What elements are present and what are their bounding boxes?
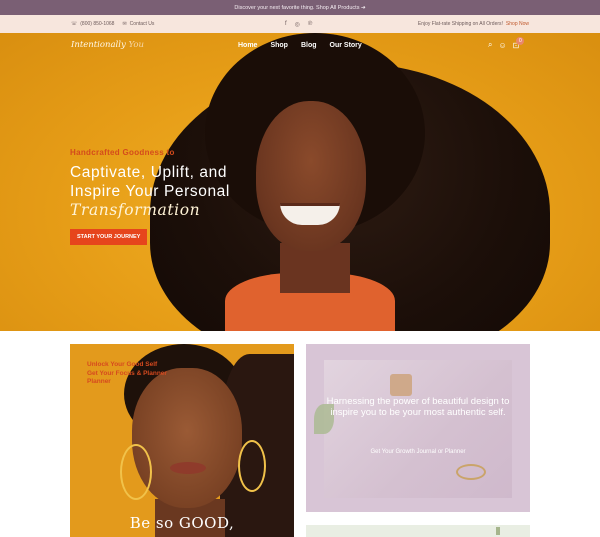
- nav-item-shop[interactable]: Shop: [270, 42, 288, 49]
- announcement-bar[interactable]: Discover your next favorite thing. Shop …: [0, 0, 600, 15]
- hero-kicker: Handcrafted Goodness to: [70, 148, 175, 157]
- account-icon[interactable]: ☺: [498, 41, 506, 50]
- start-journey-button[interactable]: START YOUR JOURNEY: [70, 229, 148, 245]
- contact-link[interactable]: ✉ Contact Us: [122, 21, 154, 27]
- promo-line-2: Get Your Focus & Planner: [87, 369, 167, 377]
- shop-now-link[interactable]: Shop Now: [506, 21, 529, 27]
- facebook-icon[interactable]: f: [285, 21, 287, 27]
- logo-accent: You: [128, 40, 144, 50]
- main-header: Intentionally You Home Shop Blog Our Sto…: [0, 33, 600, 57]
- logo-text: Intentionally: [71, 40, 126, 50]
- instagram-icon[interactable]: ◎: [295, 21, 300, 28]
- phone-icon: ☏: [71, 21, 78, 27]
- flatlay-image: [324, 360, 512, 498]
- cart-icon[interactable]: ⊡ 0: [513, 36, 525, 50]
- search-icon[interactable]: ⌕: [488, 40, 492, 50]
- nav-item-our-story[interactable]: Our Story: [330, 42, 362, 49]
- promo-card-left-text: Unlock Your Good Self Get Your Focus & P…: [87, 361, 167, 387]
- growth-journal-link[interactable]: Get Your Growth Journal or Planner: [306, 449, 530, 455]
- utility-bar: ☏ (800) 850-1068 ✉ Contact Us f ◎ ℗ Enjo…: [0, 15, 600, 33]
- nav-item-blog[interactable]: Blog: [301, 42, 317, 49]
- promo-card-right[interactable]: Harnessing the power of beautiful design…: [306, 344, 530, 512]
- promo-line-1: Unlock Your Good Self: [87, 361, 158, 368]
- hoop-earring: [120, 444, 152, 500]
- hero-headline: Captivate, Uplift, and Inspire Your Pers…: [70, 163, 230, 220]
- hero-headline-line-1: Captivate, Uplift, and: [70, 164, 228, 181]
- mail-icon: ✉: [122, 21, 127, 27]
- promo-card-left[interactable]: Unlock Your Good Self Get Your Focus & P…: [70, 344, 294, 537]
- shipping-text: Enjoy Flat-rate Shipping on All Orders!: [417, 21, 503, 27]
- nav-item-home[interactable]: Home: [238, 42, 257, 49]
- promo-big-text: Be so GOOD,: [129, 514, 235, 532]
- main-nav: Home Shop Blog Our Story: [238, 33, 362, 57]
- cart-count-badge: 0: [516, 36, 525, 45]
- hero-headline-script: Transformation: [70, 201, 201, 219]
- hero-content: Handcrafted Goodness to Captivate, Uplif…: [70, 148, 230, 245]
- pinterest-icon[interactable]: ℗: [308, 21, 312, 27]
- hero-headline-line-2: Inspire Your Personal: [70, 183, 230, 200]
- site-logo[interactable]: Intentionally You: [71, 40, 144, 50]
- promo-line-3: Planner: [87, 378, 111, 385]
- announcement-text[interactable]: Discover your next favorite thing. Shop …: [234, 5, 365, 11]
- promo-card-right-lower[interactable]: [306, 525, 530, 537]
- phone-link[interactable]: ☏ (800) 850-1068: [71, 21, 114, 27]
- contact-label: Contact Us: [129, 21, 155, 27]
- promo-message: Harnessing the power of beautiful design…: [326, 396, 510, 418]
- phone-number: (800) 850-1068: [80, 21, 115, 27]
